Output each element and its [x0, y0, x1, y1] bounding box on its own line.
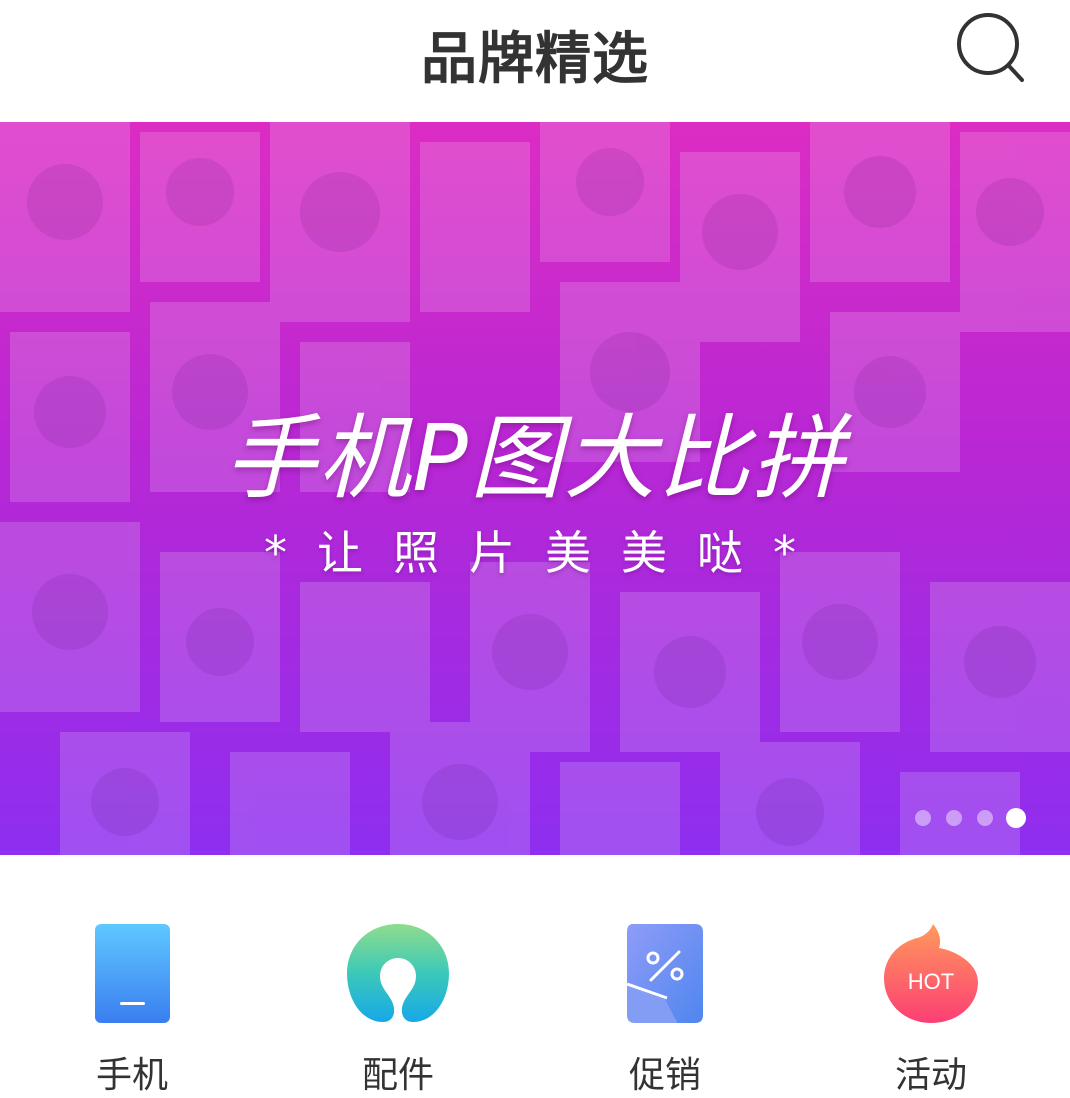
- category-label: 手机: [95, 1055, 168, 1096]
- category-label: 促销: [628, 1055, 701, 1096]
- category-accessories[interactable]: 配件: [318, 920, 478, 1096]
- hot-flame-icon: HOT: [884, 924, 978, 1023]
- accessory-icon: [347, 924, 449, 1022]
- hot-badge-text: HOT: [908, 969, 954, 994]
- phone-icon: [95, 924, 170, 1023]
- carousel-dot[interactable]: [946, 810, 962, 826]
- category-label: 配件: [361, 1055, 434, 1096]
- category-promotion[interactable]: 促销: [585, 920, 745, 1096]
- top-bar: 品牌精选: [0, 0, 1070, 122]
- page-title: 品牌精选: [421, 27, 649, 92]
- banner-subtitle: *让照片美美哒*: [264, 526, 826, 580]
- banner-title: 手机P图大比拼: [224, 405, 846, 512]
- carousel-dot[interactable]: [915, 810, 931, 826]
- search-button[interactable]: [952, 10, 1032, 90]
- promo-banner[interactable]: 手机P图大比拼 *让照片美美哒*: [0, 122, 1070, 855]
- search-icon: [957, 13, 1024, 82]
- category-events[interactable]: HOT 活动: [851, 920, 1011, 1096]
- carousel-dot-active[interactable]: [1006, 808, 1026, 828]
- carousel-dot[interactable]: [977, 810, 993, 826]
- category-label: 活动: [894, 1055, 967, 1096]
- category-phone[interactable]: 手机: [52, 920, 212, 1096]
- promotion-percent-icon: [626, 924, 703, 1023]
